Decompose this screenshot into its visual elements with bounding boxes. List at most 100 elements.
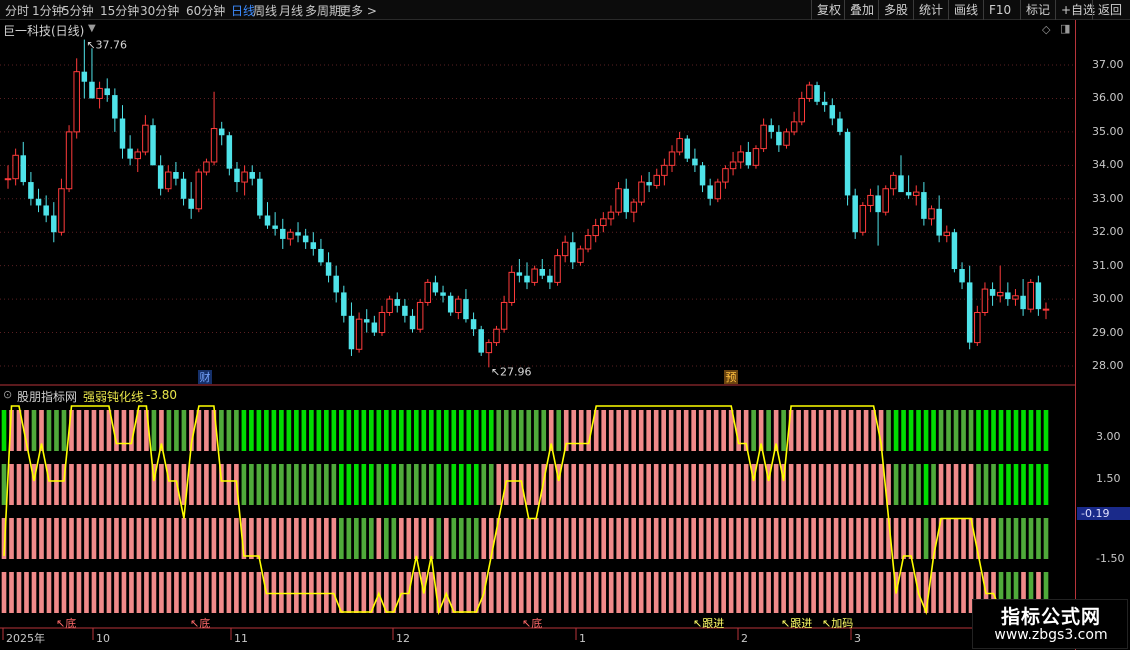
timeframe-tab-1[interactable]: 1分钟 [32,2,64,19]
indicator-bar [481,464,487,505]
indicator-bar [151,572,157,613]
indicator-bar [811,518,816,559]
candle-down [157,165,164,189]
indicator-bar [608,572,614,613]
indicator-bar [571,410,577,451]
indicator-bar [331,464,337,505]
indicator-bar [413,572,419,613]
indicator-bar [811,464,816,505]
indicator-bar [638,410,644,451]
indicator-bar [698,410,704,451]
indicator-bar [76,464,82,505]
indicator-bar [601,410,607,451]
indicator-bar [751,518,756,559]
indicator-bar [908,464,914,505]
indicator-bar [219,572,224,613]
toolbar-button-6[interactable]: 标记 [1020,0,1055,20]
indicator-bar [818,464,824,505]
candle-up [867,194,874,206]
indicator-bar [256,518,262,559]
toolbar-button-5[interactable]: F10 [983,0,1016,20]
indicator-bar [46,518,52,559]
candle-down [1020,295,1026,310]
candle-down [249,172,255,179]
toolbar-button-8[interactable]: 返回 [1092,0,1127,20]
indicator-bar [526,410,532,451]
indicator-bar [511,572,517,613]
indicator-bar [938,572,944,613]
indicator-bar [661,464,667,505]
candle-down [837,118,843,132]
timeframe-tab-5[interactable]: 60分钟 [186,2,225,19]
indicator-bar [601,572,607,613]
candle-up [882,188,889,213]
candle-up [913,191,920,196]
indicator-bar [196,572,202,613]
candle-up [783,131,790,146]
indicator-current-value: -0.19 [1077,507,1130,520]
timeframe-tab-0[interactable]: 分时 [5,2,29,19]
indicator-bar [796,464,801,505]
toolbar-button-3[interactable]: 统计 [913,0,948,20]
timeframe-tab-3[interactable]: 15分钟 [100,2,139,19]
indicator-bar [24,464,29,505]
indicator-bar [908,572,914,613]
timeframe-tab-9[interactable]: 多周期 [305,2,341,19]
timeframe-tab-10[interactable]: 更多 > [339,2,377,19]
indicator-bar [638,518,644,559]
indicator-bar [473,518,479,559]
indicator-bar [31,410,37,451]
indicator-bar [556,572,562,613]
low-price-label: ↖27.96 [491,365,532,378]
indicator-bar [241,464,247,505]
indicator-bar [84,518,89,559]
indicator-bar [961,572,966,613]
indicator-bar [848,572,854,613]
indicator-bar [99,572,104,613]
toolbar-button-1[interactable]: 叠加 [844,0,879,20]
indicator-bar [181,410,187,451]
indicator-bar [226,410,232,451]
indicator-bar [653,464,659,505]
indicator-bar [638,572,644,613]
indicator-bar [638,464,644,505]
indicator-bar [466,410,472,451]
candle-down [707,185,713,199]
candle-up [203,161,210,173]
indicator-bar [991,518,996,559]
indicator-bar [803,518,809,559]
indicator-bar [571,518,577,559]
candle-up [4,178,12,181]
candle-up [65,131,73,190]
indicator-bar [526,518,532,559]
timeframe-tab-2[interactable]: 5分钟 [62,2,94,19]
indicator-bar [294,410,299,451]
indicator-bar [548,464,554,505]
candle-down [959,269,965,283]
toolbar-button-0[interactable]: 复权 [811,0,846,20]
indicator-bar [601,518,607,559]
indicator-bar [309,410,314,451]
indicator-bar [1013,518,1019,559]
indicator-bar [526,464,532,505]
timeframe-tab-6[interactable]: 日线 [231,2,255,19]
indicator-bar [413,518,419,559]
indicator-bar [953,518,959,559]
candle-down [341,292,347,316]
timeframe-tab-4[interactable]: 30分钟 [140,2,179,19]
indicator-bar [301,518,307,559]
timeframe-tab-7[interactable]: 周线 [253,2,277,19]
indicator-bar [841,410,846,451]
indicator-bar [901,518,906,559]
chart-canvas[interactable]: ↖37.76↖27.96财 预↖底 ↖底 ↖底 ↖跟进 ↖跟进 ↖加码2025年 10 11 12… [0,20,1075,650]
timeframe-tab-8[interactable]: 月线 [279,2,303,19]
indicator-menu-icon[interactable]: ⊙ [3,388,12,401]
indicator-bar [841,464,846,505]
toolbar-button-4[interactable]: 画线 [948,0,983,20]
indicator-bar [698,518,704,559]
indicator-bar [1028,410,1034,451]
toolbar-button-2[interactable]: 多股 [878,0,913,20]
indicator-bar [998,518,1004,559]
candle-down [570,242,576,263]
indicator-bar [758,572,764,613]
